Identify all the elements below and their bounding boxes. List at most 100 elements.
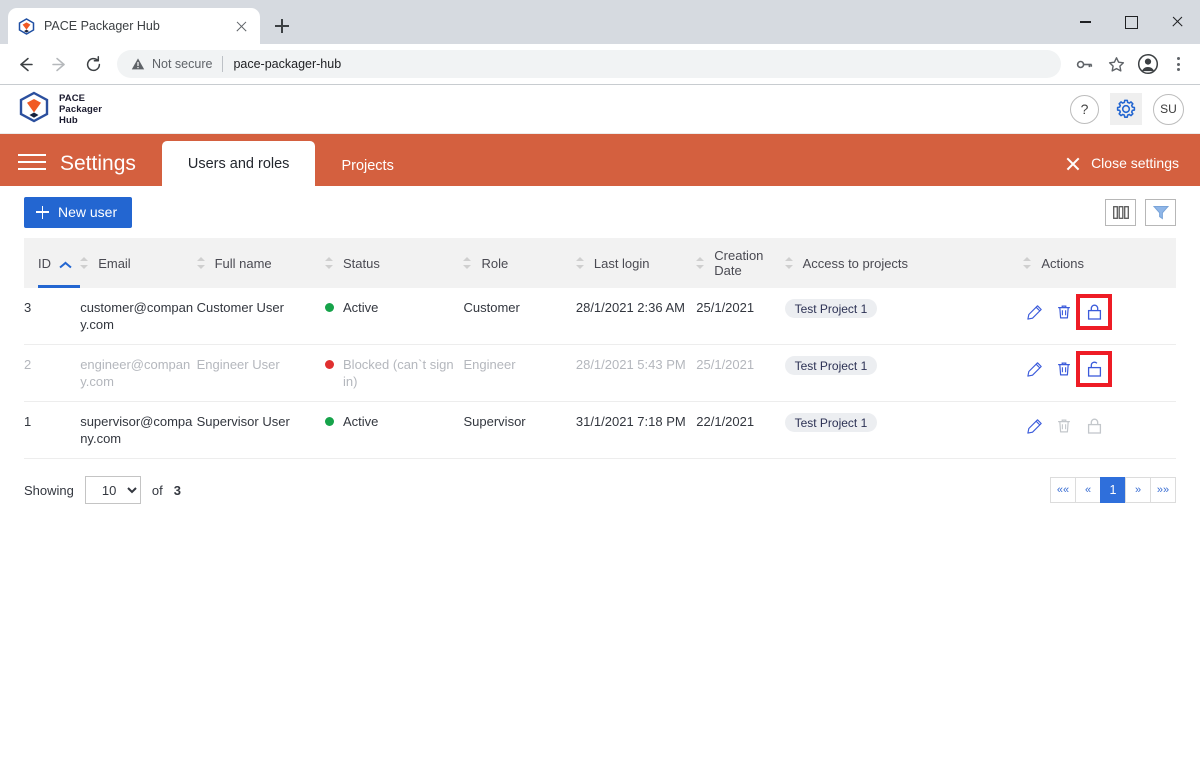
sort-icon — [784, 256, 794, 270]
close-tab-icon[interactable] — [233, 18, 250, 35]
project-tag[interactable]: Test Project 1 — [784, 356, 878, 375]
column-header-role[interactable]: Role — [463, 238, 576, 288]
column-header-last-login[interactable]: Last login — [575, 238, 697, 288]
app-logo-text: PACE Packager Hub — [59, 93, 102, 126]
cell-status: Active — [325, 288, 464, 345]
cell-role: Customer — [463, 288, 576, 345]
close-settings-label: Close settings — [1091, 155, 1179, 171]
help-button[interactable]: ? — [1070, 94, 1099, 124]
last-page-button[interactable]: »» — [1150, 477, 1176, 503]
web-app: PACE Packager Hub ? SU Settings Users an… — [0, 84, 1200, 760]
edit-pencil-icon[interactable] — [1023, 415, 1045, 437]
cell-full-name: Supervisor User — [196, 401, 326, 459]
app-logo[interactable]: PACE Packager Hub — [18, 91, 102, 128]
table-footer: Showing 10 25 50 100 of 3 «« « 1 » »» — [24, 459, 1176, 521]
tab-title: PACE Packager Hub — [44, 19, 160, 33]
back-arrow-icon[interactable] — [9, 48, 41, 80]
close-settings-button[interactable]: Close settings — [1065, 155, 1179, 171]
star-icon[interactable] — [1101, 49, 1131, 79]
filter-funnel-icon[interactable] — [1145, 198, 1176, 226]
column-header-id[interactable]: ID — [24, 238, 94, 288]
column-label-actions: Actions — [1041, 255, 1085, 271]
column-header-actions[interactable]: Actions — [1023, 238, 1176, 288]
delete-trash-icon — [1053, 415, 1075, 437]
new-tab-icon[interactable] — [268, 12, 296, 40]
showing-control: Showing 10 25 50 100 of 3 — [24, 476, 181, 504]
project-tag[interactable]: Test Project 1 — [784, 299, 878, 318]
address-bar[interactable]: Not secure pace-packager-hub — [117, 50, 1061, 78]
column-header-email[interactable]: Email — [80, 238, 197, 288]
settings-bar: Settings Users and roles Projects Close … — [0, 134, 1200, 186]
column-header-status[interactable]: Status — [325, 238, 464, 288]
logo-line-3: Hub — [59, 114, 78, 126]
tab-users-and-roles[interactable]: Users and roles — [161, 141, 316, 186]
table-row[interactable]: 1 supervisor@company.com Supervisor User… — [24, 401, 1176, 459]
user-avatar[interactable]: SU — [1153, 93, 1184, 125]
status-label: Active — [343, 414, 379, 429]
cell-email: supervisor@company.com — [80, 401, 197, 459]
close-window-icon[interactable] — [1154, 0, 1200, 44]
cell-full-name: Customer User — [196, 288, 326, 345]
browser-tab[interactable]: PACE Packager Hub — [8, 8, 260, 44]
cell-role: Supervisor — [463, 401, 576, 459]
unlock-user-highlight-box — [1076, 351, 1113, 387]
new-user-label: New user — [58, 204, 118, 220]
plus-icon — [36, 205, 49, 219]
page-title: Settings — [60, 152, 136, 175]
window-controls — [1062, 0, 1200, 44]
table-row[interactable]: 2 engineer@company.com Engineer User Blo… — [24, 344, 1176, 402]
padlock-unlocked-icon[interactable] — [1083, 358, 1105, 380]
table-body: 3 customer@company.com Customer User Act… — [24, 288, 1176, 459]
sort-icon — [80, 256, 89, 270]
key-icon[interactable] — [1069, 49, 1099, 79]
column-label-email: Email — [98, 255, 131, 271]
column-header-creation-date[interactable]: Creation Date — [696, 238, 785, 288]
new-user-button[interactable]: New user — [24, 196, 133, 228]
omnibox-divider — [222, 56, 224, 72]
app-header-actions: ? SU — [1070, 93, 1184, 125]
edit-pencil-icon[interactable] — [1023, 301, 1045, 323]
logo-line-1: PACE — [59, 92, 86, 104]
lock-user-highlight-box — [1076, 294, 1113, 330]
settings-content: New user ID Email Full name Status Role … — [0, 186, 1200, 760]
tab-strip: PACE Packager Hub — [0, 8, 296, 44]
kebab-menu-icon[interactable] — [1165, 51, 1191, 77]
status-dot — [325, 417, 335, 426]
page-1-button[interactable]: 1 — [1100, 477, 1126, 503]
sort-icon — [696, 256, 705, 270]
delete-trash-icon[interactable] — [1053, 358, 1075, 380]
forward-arrow-icon — [43, 48, 75, 80]
cell-email: engineer@company.com — [80, 344, 197, 402]
not-secure-indicator[interactable]: Not secure — [131, 57, 212, 71]
project-tag[interactable]: Test Project 1 — [784, 413, 878, 432]
pace-cube-logo-icon — [18, 91, 50, 128]
tab-projects[interactable]: Projects — [315, 146, 419, 186]
reload-icon[interactable] — [77, 48, 109, 80]
prev-page-button[interactable]: « — [1075, 477, 1101, 503]
cell-actions — [1023, 401, 1176, 459]
table-header-row: ID Email Full name Status Role Last logi… — [24, 238, 1176, 288]
hamburger-menu-icon[interactable] — [18, 154, 46, 170]
minimize-icon[interactable] — [1062, 0, 1108, 44]
cell-creation-date: 25/1/2021 — [696, 344, 785, 402]
table-row[interactable]: 3 customer@company.com Customer User Act… — [24, 288, 1176, 345]
cell-creation-date: 22/1/2021 — [696, 401, 785, 459]
cell-role: Engineer — [463, 344, 576, 402]
maximize-icon[interactable] — [1108, 0, 1154, 44]
delete-trash-icon[interactable] — [1053, 301, 1075, 323]
showing-label: Showing — [24, 482, 74, 498]
column-header-access-to-projects[interactable]: Access to projects — [784, 238, 1024, 288]
page-size-select[interactable]: 10 25 50 100 — [84, 476, 141, 504]
cell-access-to-projects: Test Project 1 — [784, 344, 1024, 402]
table-toolbar: New user — [24, 186, 1176, 238]
edit-pencil-icon[interactable] — [1023, 358, 1045, 380]
padlock-locked-icon[interactable] — [1083, 301, 1105, 323]
sort-icon — [463, 256, 472, 270]
profile-avatar-icon[interactable] — [1133, 49, 1163, 79]
columns-icon[interactable] — [1105, 198, 1136, 226]
column-header-full-name[interactable]: Full name — [196, 238, 326, 288]
column-label-last-login: Last login — [593, 255, 650, 271]
gear-icon[interactable] — [1110, 93, 1142, 125]
first-page-button[interactable]: «« — [1050, 477, 1076, 503]
next-page-button[interactable]: » — [1125, 477, 1151, 503]
